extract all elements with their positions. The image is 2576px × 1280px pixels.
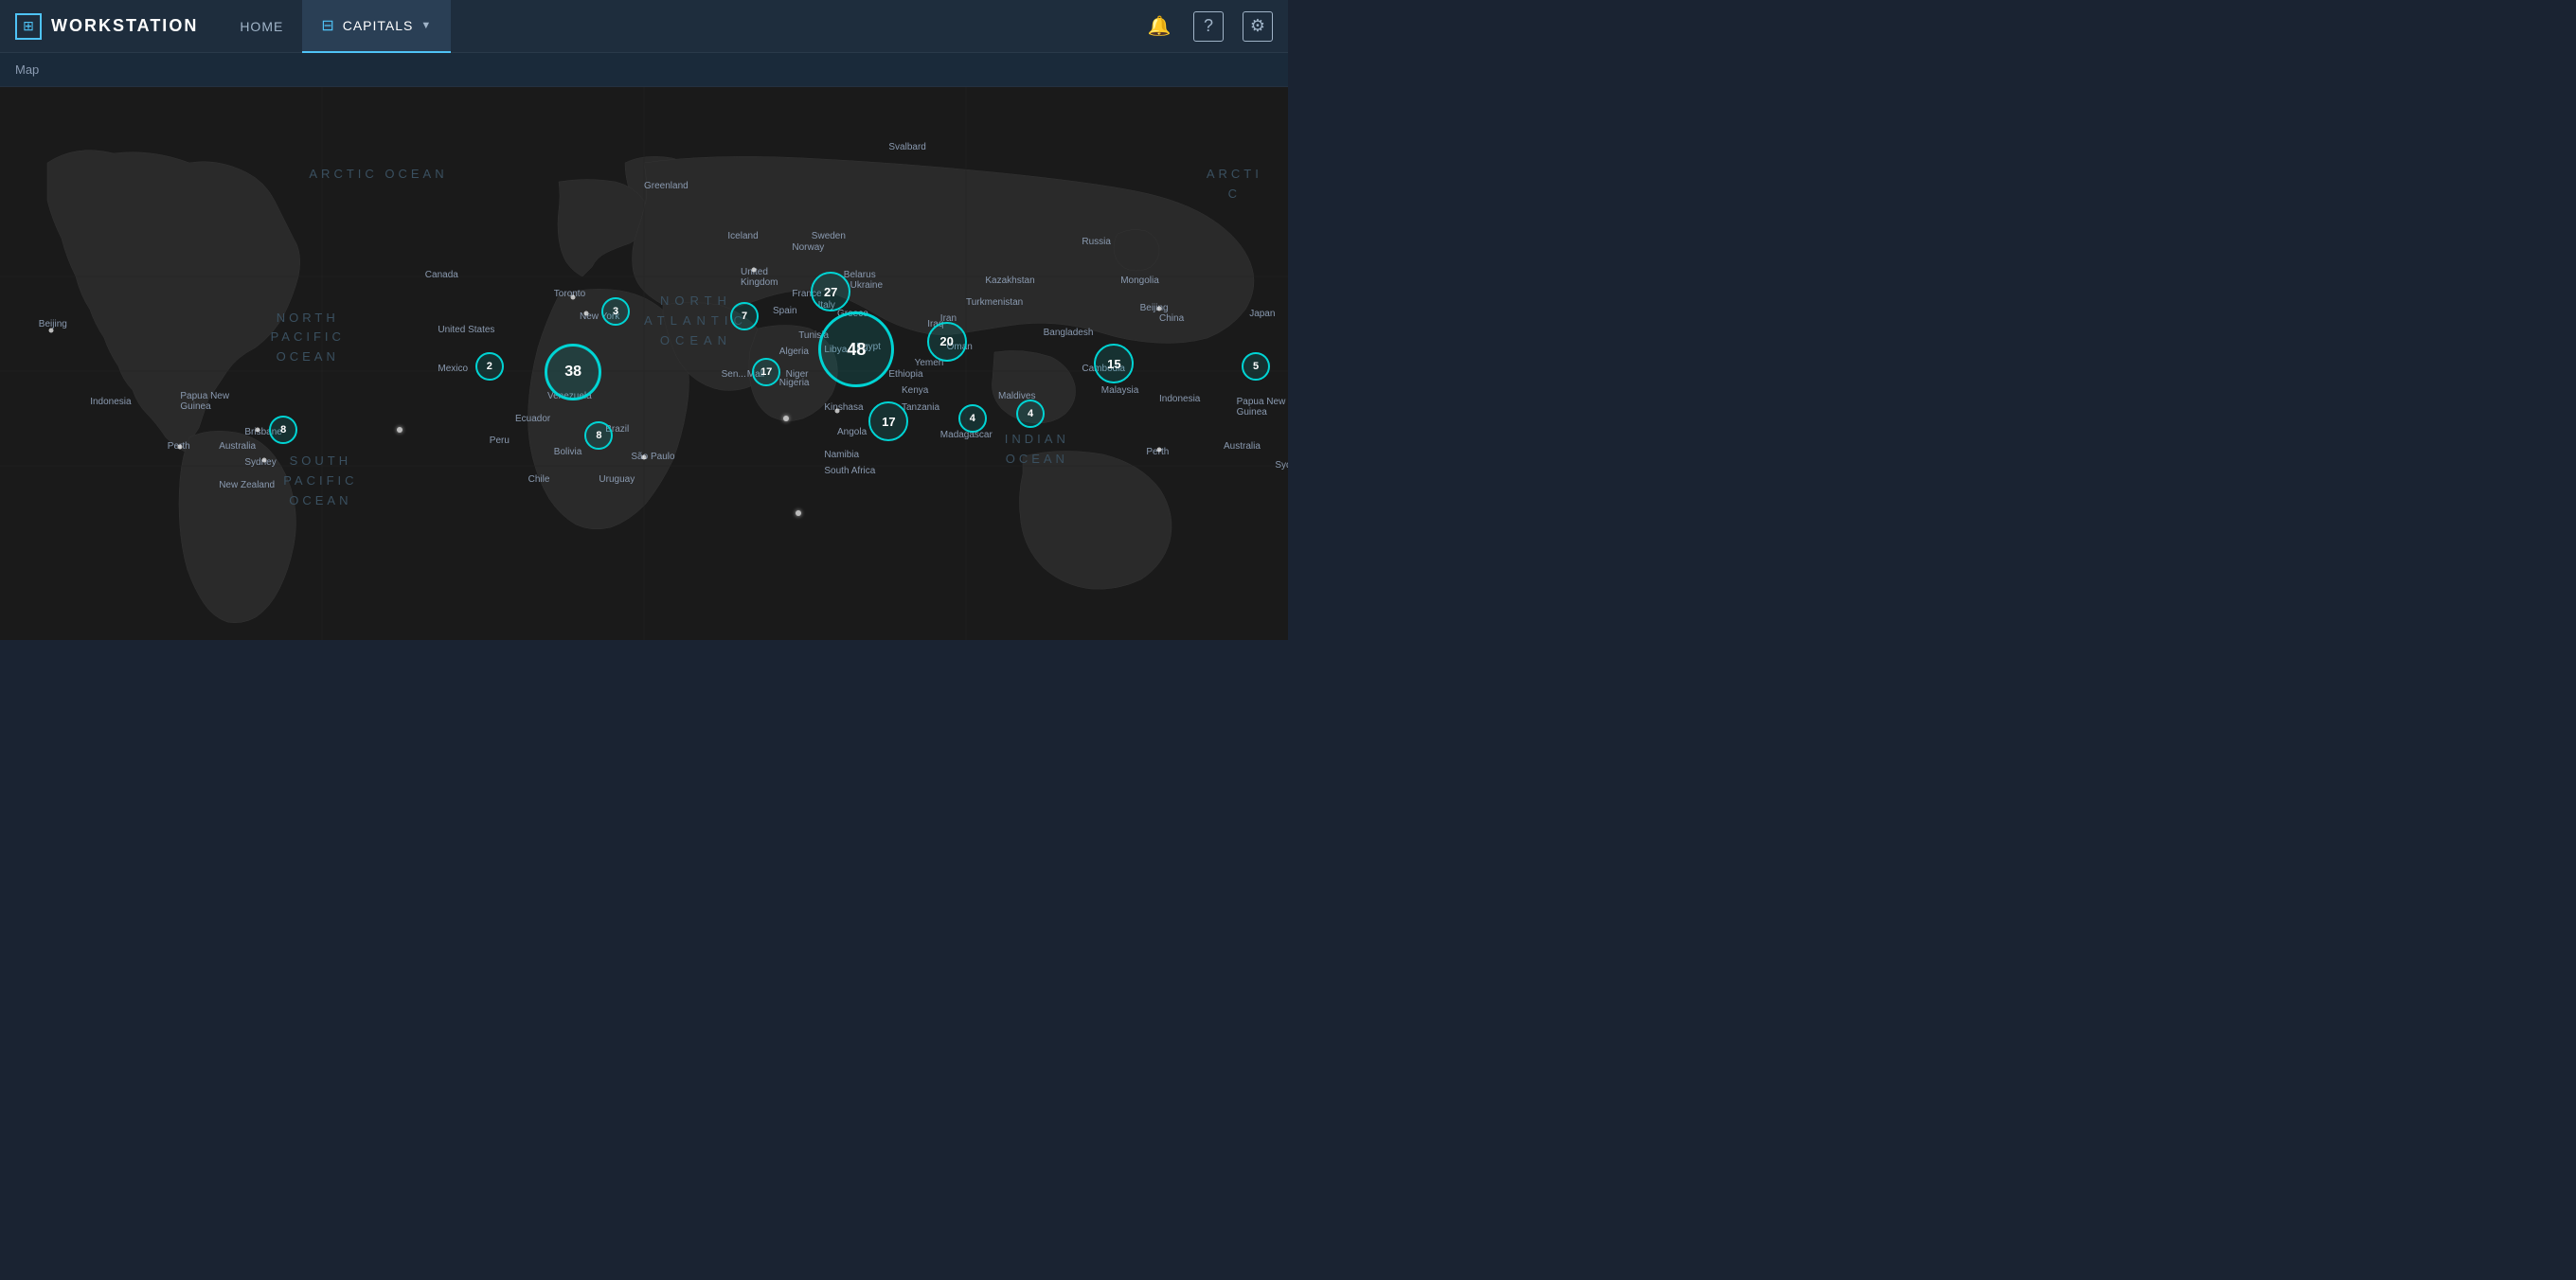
cluster-8-pacific[interactable]: 8: [269, 416, 297, 444]
cluster-4-sea[interactable]: 4: [1016, 400, 1045, 428]
brand-icon: ⊞: [15, 13, 42, 40]
glow-dot-3: [397, 427, 402, 433]
dropdown-arrow-icon: ▼: [420, 20, 432, 31]
subheader-label: Map: [15, 62, 39, 77]
city-dot-brisbane: [256, 428, 260, 433]
settings-button[interactable]: ⚙: [1243, 11, 1273, 42]
city-dot-newyork: [583, 311, 588, 316]
brand: ⊞ WORKSTATION: [15, 13, 198, 40]
map-container[interactable]: Arctic Ocean NorthAtlanticOcean NorthPac…: [0, 87, 1288, 640]
nav-capitals-label: CAPITALS: [343, 18, 414, 33]
city-dot-kinshasa: [835, 408, 840, 413]
city-dot-beijing: [49, 328, 54, 332]
cluster-38[interactable]: 38: [545, 344, 601, 400]
cluster-15[interactable]: 15: [1094, 344, 1134, 383]
city-dot-sydney: [261, 458, 266, 463]
help-button[interactable]: ?: [1193, 11, 1224, 42]
cluster-5[interactable]: 5: [1242, 352, 1270, 381]
cluster-3[interactable]: 3: [601, 297, 630, 326]
cluster-8-chile[interactable]: 8: [584, 421, 613, 450]
city-dot-toronto: [571, 294, 576, 299]
navbar: ⊞ WORKSTATION HOME ⊟ CAPITALS ▼ 🔔 ? ⚙: [0, 0, 1288, 53]
subheader: Map: [0, 53, 1288, 87]
monitor-icon: ⊟: [321, 16, 334, 35]
city-dot-perth-r: [1157, 447, 1162, 452]
nav-home[interactable]: HOME: [221, 0, 302, 53]
cluster-7[interactable]: 7: [730, 302, 759, 330]
nav-capitals[interactable]: ⊟ CAPITALS ▼: [302, 0, 451, 53]
cluster-2[interactable]: 2: [475, 352, 504, 381]
glow-dot-2: [796, 510, 801, 516]
nav-home-label: HOME: [240, 19, 283, 34]
cluster-4-indian[interactable]: 4: [958, 404, 987, 433]
cluster-20[interactable]: 20: [927, 322, 967, 362]
city-dot-beijing-right: [1157, 306, 1162, 311]
notifications-button[interactable]: 🔔: [1144, 11, 1174, 42]
brand-name: WORKSTATION: [51, 16, 198, 36]
city-dot-saopaulo: [642, 455, 647, 460]
cluster-48[interactable]: 48: [818, 311, 894, 387]
navbar-actions: 🔔 ? ⚙: [1144, 11, 1273, 42]
cluster-17-eastafrica[interactable]: 17: [868, 401, 908, 441]
cluster-17-africa[interactable]: 17: [752, 358, 780, 386]
city-dot-perth: [178, 444, 183, 449]
city-dot-unitedkingdom: [751, 267, 756, 272]
glow-dot-1: [783, 416, 789, 421]
cluster-27[interactable]: 27: [811, 272, 850, 311]
